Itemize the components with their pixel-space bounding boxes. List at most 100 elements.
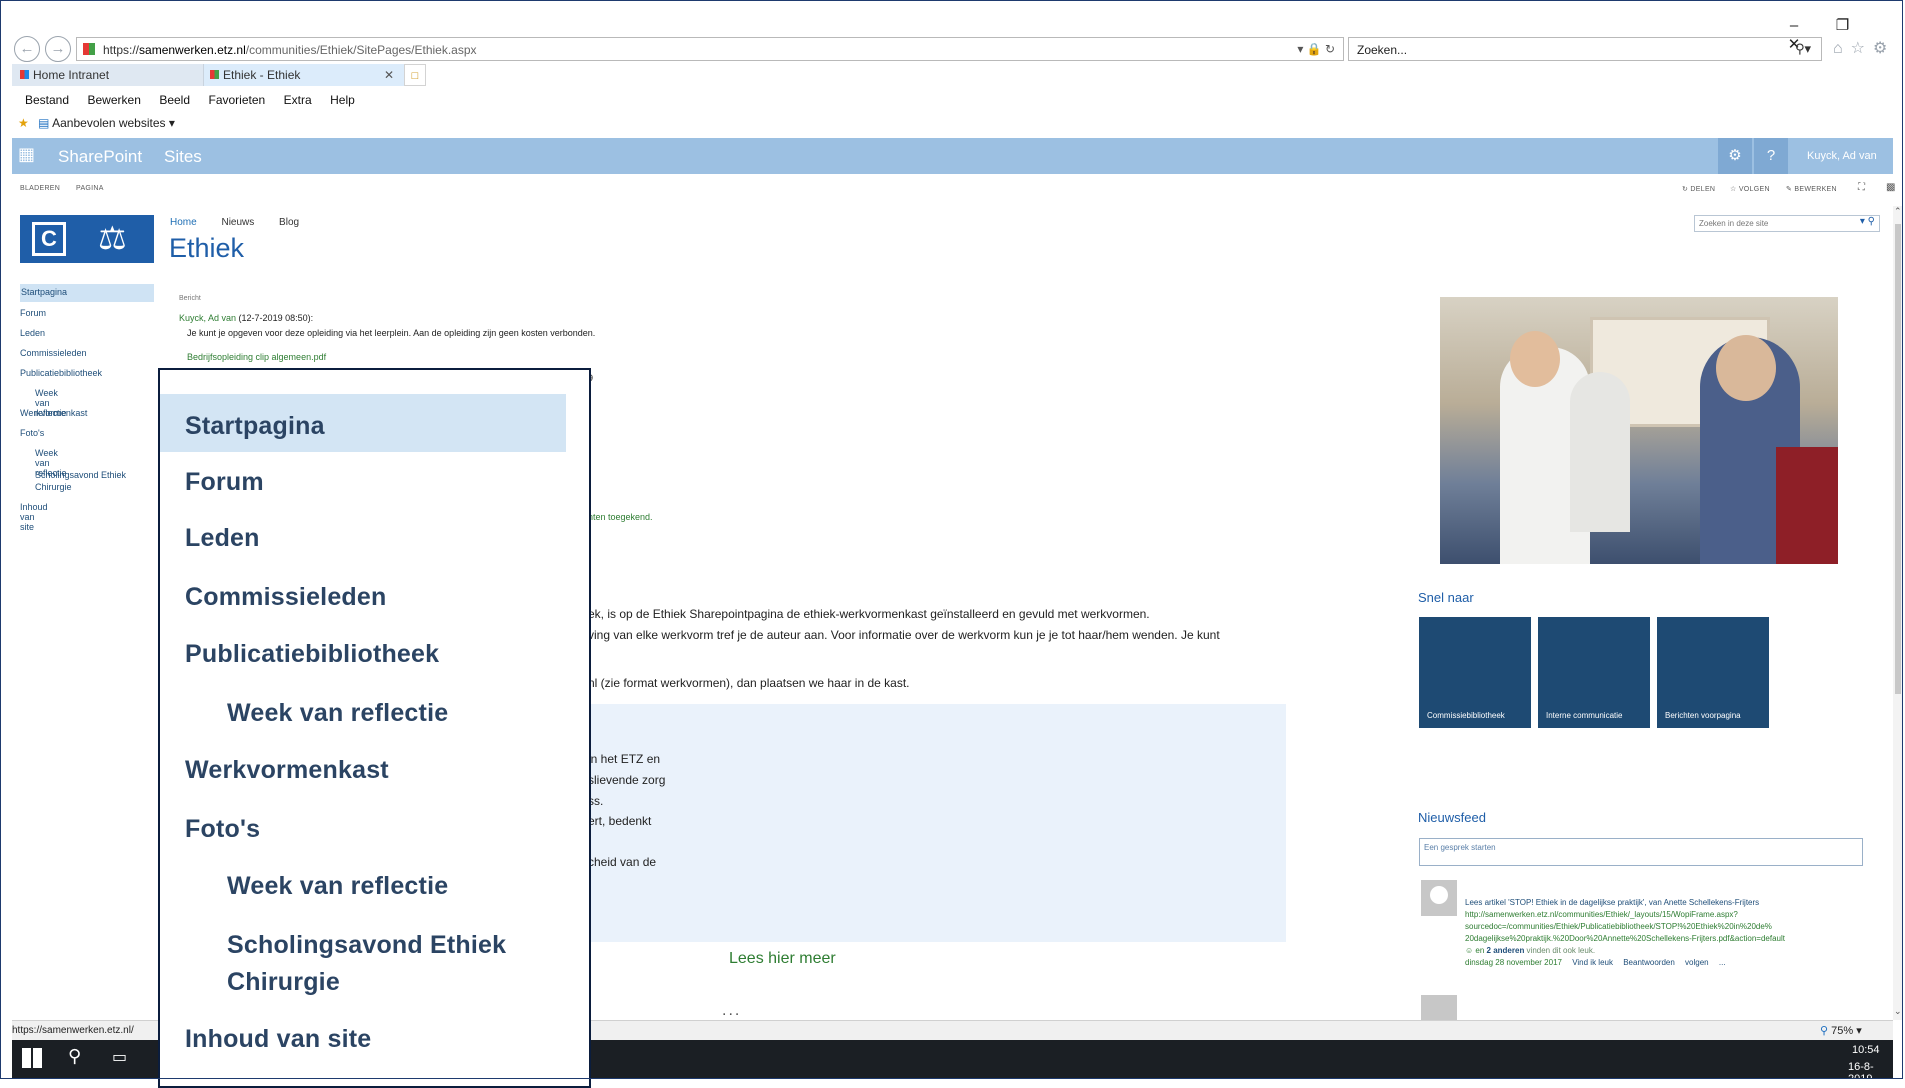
newsfeed-input[interactable]: Een gesprek starten [1419,838,1863,866]
reply-action[interactable]: Beantwoorden [1623,958,1675,967]
sites-link[interactable]: Sites [164,147,202,167]
leftnav-commissieleden[interactable]: Commissieleden [20,348,87,358]
restore-button[interactable]: ❐ [1820,16,1864,34]
taskbar-search-icon[interactable]: ⚲ [68,1046,81,1067]
tile-berichten-voorpagina[interactable]: Berichten voorpagina [1657,617,1769,728]
sharepoint-brand[interactable]: SharePoint [58,147,142,167]
content-paragraph-3: nl (zie format werkvormen), dan plaatsen… [588,676,910,690]
tab-ethiek[interactable]: Ethiek - Ethiek ✕ [204,64,404,86]
back-button[interactable]: ← [14,36,40,62]
menu-bestand[interactable]: Bestand [25,93,69,107]
mag-week-van-reflectie[interactable]: Week van reflectie [227,699,448,728]
read-more-link[interactable]: Lees hier meer [729,950,836,968]
search-icon[interactable]: ⚲▾ [1795,41,1811,57]
minimize-button[interactable]: – [1772,17,1816,34]
mag-startpagina[interactable]: Startpagina [185,412,325,441]
zoom-control[interactable]: ⚲ 75% ▾ [1820,1024,1862,1037]
newsfeed-avatar[interactable] [1421,880,1457,916]
ribbon-tab-pagina[interactable]: PAGINA [76,185,104,192]
topnav-nieuws[interactable]: Nieuws [221,217,254,228]
new-tab-button[interactable]: □ [404,64,426,86]
browser-search-placeholder: Zoeken... [1357,43,1408,57]
newsfeed-item: Lees artikel 'STOP! Ethiek in de dagelij… [1465,897,1885,969]
gear-icon[interactable]: ⚙ [1718,138,1752,174]
mag-commissieleden[interactable]: Commissieleden [185,583,386,612]
focus-icon[interactable]: ⛶ [1858,182,1865,193]
home-star-gear-icons[interactable]: ⌂☆⚙ [1833,38,1895,58]
mag-forum[interactable]: Forum [185,468,264,497]
follow-action[interactable]: volgen [1685,958,1709,967]
scroll-thumb[interactable] [1895,224,1901,694]
menu-bewerken[interactable]: Bewerken [88,93,141,107]
share-button[interactable]: ↻ DELEN [1682,185,1715,193]
ie-page-icon: ▤ [38,116,50,130]
edit-button[interactable]: ✎ BEWERKEN [1786,185,1837,193]
favorites-star-icon[interactable]: ★ [18,116,29,130]
leftnav-scholingsavond[interactable]: Scholingsavond Ethiek Chirurgie [35,469,145,493]
suggested-sites-link[interactable]: ▤ Aanbevolen websites ▾ [38,116,175,130]
app-launcher-icon[interactable]: ▦ [18,144,35,165]
tab-home-intranet[interactable]: Home Intranet [12,64,204,86]
windows-start-icon[interactable] [22,1048,42,1068]
like-action[interactable]: Vind ik leuk [1572,958,1613,967]
leftnav-inhoud-van-site[interactable]: Inhoud van site [20,502,48,532]
mag-publicatiebibliotheek[interactable]: Publicatiebibliotheek [185,640,439,669]
mag-chirurgie[interactable]: Chirurgie [227,968,340,997]
like-icon: ☺ [1465,946,1474,955]
leftnav-werkvormenkast[interactable]: Werkvormenkast [20,408,87,418]
popout-icon[interactable]: ▩ [1886,182,1896,193]
leftnav-fotos[interactable]: Foto's [20,428,44,438]
task-view-icon[interactable]: ▭ [112,1047,127,1067]
content-paragraph-1: ek, is op de Ethiek Sharepointpagina de … [588,607,1150,621]
address-bar[interactable]: https://samenwerken.etz.nl/communities/E… [76,37,1344,61]
leftnav-forum[interactable]: Forum [20,308,46,318]
site-search-icon[interactable]: ▾ ⚲ [1860,216,1875,227]
post-attachment-link[interactable]: Bedrijfsopleiding clip algemeen.pdf [187,352,326,362]
scales-icon: ⚖ [98,220,127,256]
site-logo[interactable]: C ⚖ [20,215,154,263]
forward-button[interactable]: → [45,36,71,62]
newsfeed-item-meta: dinsdag 28 november 2017 Vind ik leuk Be… [1465,957,1885,969]
likes-others-link[interactable]: 2 anderen [1487,946,1525,955]
topnav-home[interactable]: Home [170,217,197,228]
scroll-up-icon[interactable]: ⌃ [1894,206,1902,217]
newsfeed-avatar-2[interactable] [1421,995,1457,1020]
vertical-scrollbar[interactable]: ⌃ ⌄ [1893,206,1903,1020]
menu-help[interactable]: Help [330,93,355,107]
post-timestamp: (12-7-2019 08:50): [236,313,314,323]
address-tools-icon[interactable]: ▾ 🔒 ↻ [1297,42,1335,56]
menu-favorieten[interactable]: Favorieten [208,93,265,107]
newsfeed-item-title[interactable]: Lees artikel 'STOP! Ethiek in de dagelij… [1465,897,1885,909]
scroll-down-icon[interactable]: ⌄ [1894,1006,1902,1017]
mag-week-van-reflectie-fotos[interactable]: Week van reflectie [227,872,448,901]
browser-search-bar[interactable]: Zoeken... ⚲▾ [1348,37,1822,61]
taskbar-date: 16-8-2019 [1848,1061,1874,1085]
leftnav-startpagina[interactable]: Startpagina [20,284,154,302]
leftnav-publicatiebibliotheek[interactable]: Publicatiebibliotheek [20,368,102,378]
topnav-blog[interactable]: Blog [279,217,299,228]
ribbon-tab-bladeren[interactable]: BLADEREN [20,185,60,192]
tile-commissiebibliotheek[interactable]: Commissiebibliotheek [1419,617,1531,728]
suite-bar: ▦ SharePoint Sites ⚙ ? Kuyck, Ad van [12,138,1893,174]
site-search-input[interactable]: Zoeken in deze site ▾ ⚲ [1694,215,1880,232]
mag-inhoud-van-site[interactable]: Inhoud van site [185,1025,371,1054]
tile-interne-communicatie[interactable]: Interne communicatie [1538,617,1650,728]
mag-leden[interactable]: Leden [185,524,260,553]
mag-scholingsavond[interactable]: Scholingsavond Ethiek [227,931,506,960]
box-line: cheid van de [588,855,657,869]
close-tab-icon[interactable]: ✕ [384,64,394,86]
magnifier-lens: Startpagina Forum Leden Commissieleden P… [158,368,591,1088]
newsfeed-item-link-1[interactable]: http://samenwerken.etz.nl/communities/Et… [1465,909,1885,921]
menu-beeld[interactable]: Beeld [159,93,190,107]
newsfeed-item-link-3[interactable]: 20dagelijkse%20praktijk.%20Door%20Annett… [1465,933,1885,945]
newsfeed-item-link-2[interactable]: sourcedoc=/communities/Ethiek/Publicatie… [1465,921,1885,933]
leftnav-leden[interactable]: Leden [20,328,45,338]
post-author-link[interactable]: Kuyck, Ad van [179,313,236,323]
mag-fotos[interactable]: Foto's [185,815,260,844]
user-menu[interactable]: Kuyck, Ad van [1807,150,1877,162]
more-action[interactable]: ... [1719,958,1726,967]
follow-button[interactable]: ☆ VOLGEN [1730,185,1770,193]
menu-extra[interactable]: Extra [284,93,312,107]
help-icon[interactable]: ? [1754,138,1788,174]
mag-werkvormenkast[interactable]: Werkvormenkast [185,756,389,785]
